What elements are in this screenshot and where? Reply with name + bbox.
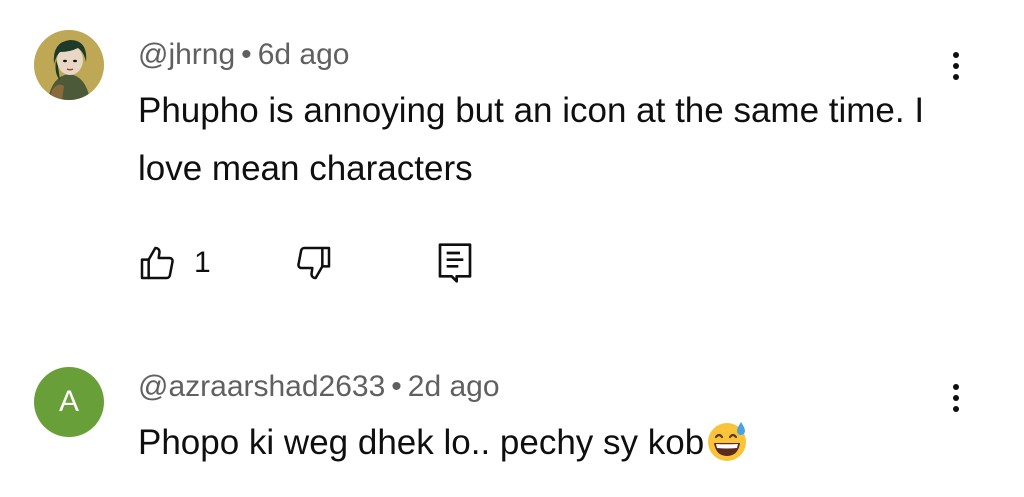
more-options-button[interactable]: [938, 376, 974, 420]
comment-time[interactable]: 2d ago: [408, 370, 500, 403]
grinning-face-with-sweat-icon: [708, 421, 747, 461]
more-vert-icon-dot: [953, 395, 959, 401]
comment-2: A @azraarshad2633 • 2d ago Phopo ki weg dh…: [0, 0, 1024, 497]
more-vert-icon-dot: [953, 384, 959, 390]
avatar[interactable]: A: [34, 367, 104, 437]
meta-separator: •: [391, 370, 402, 403]
comment-text-container: Phopo ki weg dhek lo.. pechy sy kob: [138, 414, 938, 472]
comment-text: Phopo ki weg dhek lo.. pechy sy kob: [138, 423, 705, 462]
comment-author[interactable]: @azraarshad2633: [138, 370, 385, 403]
more-vert-icon-dot: [953, 406, 959, 412]
avatar-letter: A: [58, 385, 79, 418]
comment-meta: @azraarshad2633 • 2d ago: [138, 370, 500, 404]
